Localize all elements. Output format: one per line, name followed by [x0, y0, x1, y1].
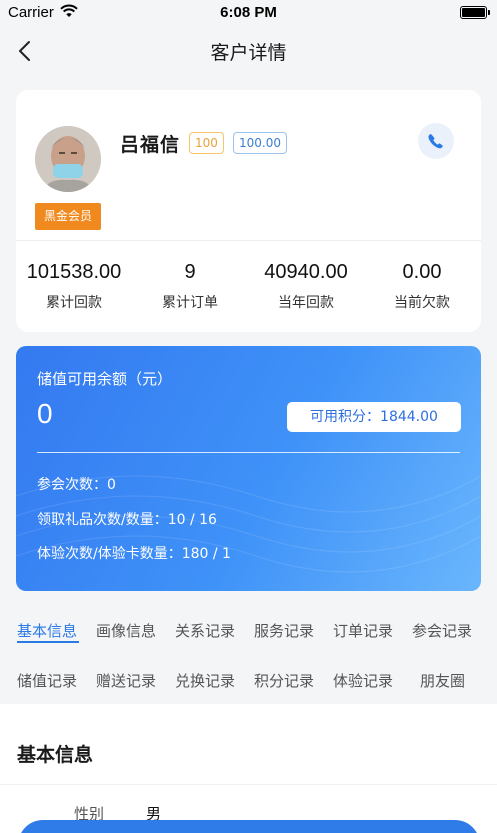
nav-bar: 客户详情	[0, 26, 497, 76]
stat-total-orders: 9 累计订单	[132, 261, 248, 312]
tab-exchange-records[interactable]: 兑换记录	[175, 670, 235, 691]
stat-value: 9	[184, 261, 196, 283]
stat-year-payment: 40940.00 当年回款	[248, 261, 364, 312]
stat-label: 累计订单	[162, 295, 218, 311]
record-tabs: 基本信息 画像信息 关系记录 服务记录 订单记录 参会记录 储值记录 赠送记录 …	[0, 604, 497, 704]
tab-gift-records[interactable]: 赠送记录	[96, 670, 156, 691]
balance-amount: 0	[37, 398, 53, 429]
tab-moments[interactable]: 朋友圈	[420, 670, 465, 691]
divider	[16, 240, 481, 241]
page-title: 客户详情	[210, 42, 287, 64]
score-badge: 100.00	[233, 132, 287, 154]
stat-label: 当年回款	[278, 295, 334, 311]
stat-label: 累计回款	[46, 295, 102, 311]
gift-count: 领取礼品次数/数量：10 / 16	[37, 512, 217, 528]
tab-basic-info[interactable]: 基本信息	[17, 620, 77, 641]
stat-value: 0.00	[402, 261, 442, 283]
bottom-action-button[interactable]	[18, 820, 480, 833]
tab-order-records[interactable]: 订单记录	[333, 620, 393, 641]
balance-card: 储值可用余额（元） 0 可用积分：1844.00 参会次数：0 领取礼品次数/数…	[16, 346, 481, 591]
battery-icon	[460, 6, 490, 19]
tab-points-records[interactable]: 积分记录	[254, 670, 314, 691]
tab-experience-records[interactable]: 体验记录	[333, 670, 393, 691]
level-badge: 100	[189, 132, 224, 154]
phone-icon	[428, 134, 443, 149]
status-bar: Carrier 6:08 PM	[0, 0, 497, 26]
tab-profile-info[interactable]: 画像信息	[96, 620, 156, 641]
balance-title: 储值可用余额（元）	[37, 370, 173, 388]
stat-value: 40940.00	[264, 261, 348, 283]
stat-value: 101538.00	[26, 261, 122, 283]
call-button[interactable]	[418, 123, 454, 159]
avatar[interactable]	[35, 126, 101, 192]
active-tab-indicator	[17, 641, 79, 643]
member-level-tag: 黑金会员	[35, 203, 101, 230]
customer-name: 吕福信	[120, 134, 181, 156]
tab-relation-records[interactable]: 关系记录	[175, 620, 235, 641]
stat-total-payment: 101538.00 累计回款	[16, 261, 132, 312]
divider	[37, 452, 460, 453]
divider	[0, 784, 497, 785]
available-points[interactable]: 可用积分：1844.00	[287, 402, 461, 432]
tab-deposit-records[interactable]: 储值记录	[17, 670, 77, 691]
tab-service-records[interactable]: 服务记录	[254, 620, 314, 641]
basic-info-section: 基本信息 性别 男	[0, 704, 497, 833]
experience-count: 体验次数/体验卡数量：180 / 1	[37, 546, 231, 562]
meeting-count: 参会次数：0	[37, 477, 116, 493]
stat-label: 当前欠款	[394, 295, 450, 311]
section-title: 基本信息	[17, 744, 94, 766]
customer-card: 黑金会员 吕福信 100 100.00 101538.00 累计回款 9 累计订…	[16, 90, 481, 332]
clock: 6:08 PM	[220, 4, 277, 21]
stat-current-debt: 0.00 当前欠款	[364, 261, 480, 312]
avatar-image	[35, 126, 101, 192]
tab-meeting-records[interactable]: 参会记录	[412, 620, 472, 641]
